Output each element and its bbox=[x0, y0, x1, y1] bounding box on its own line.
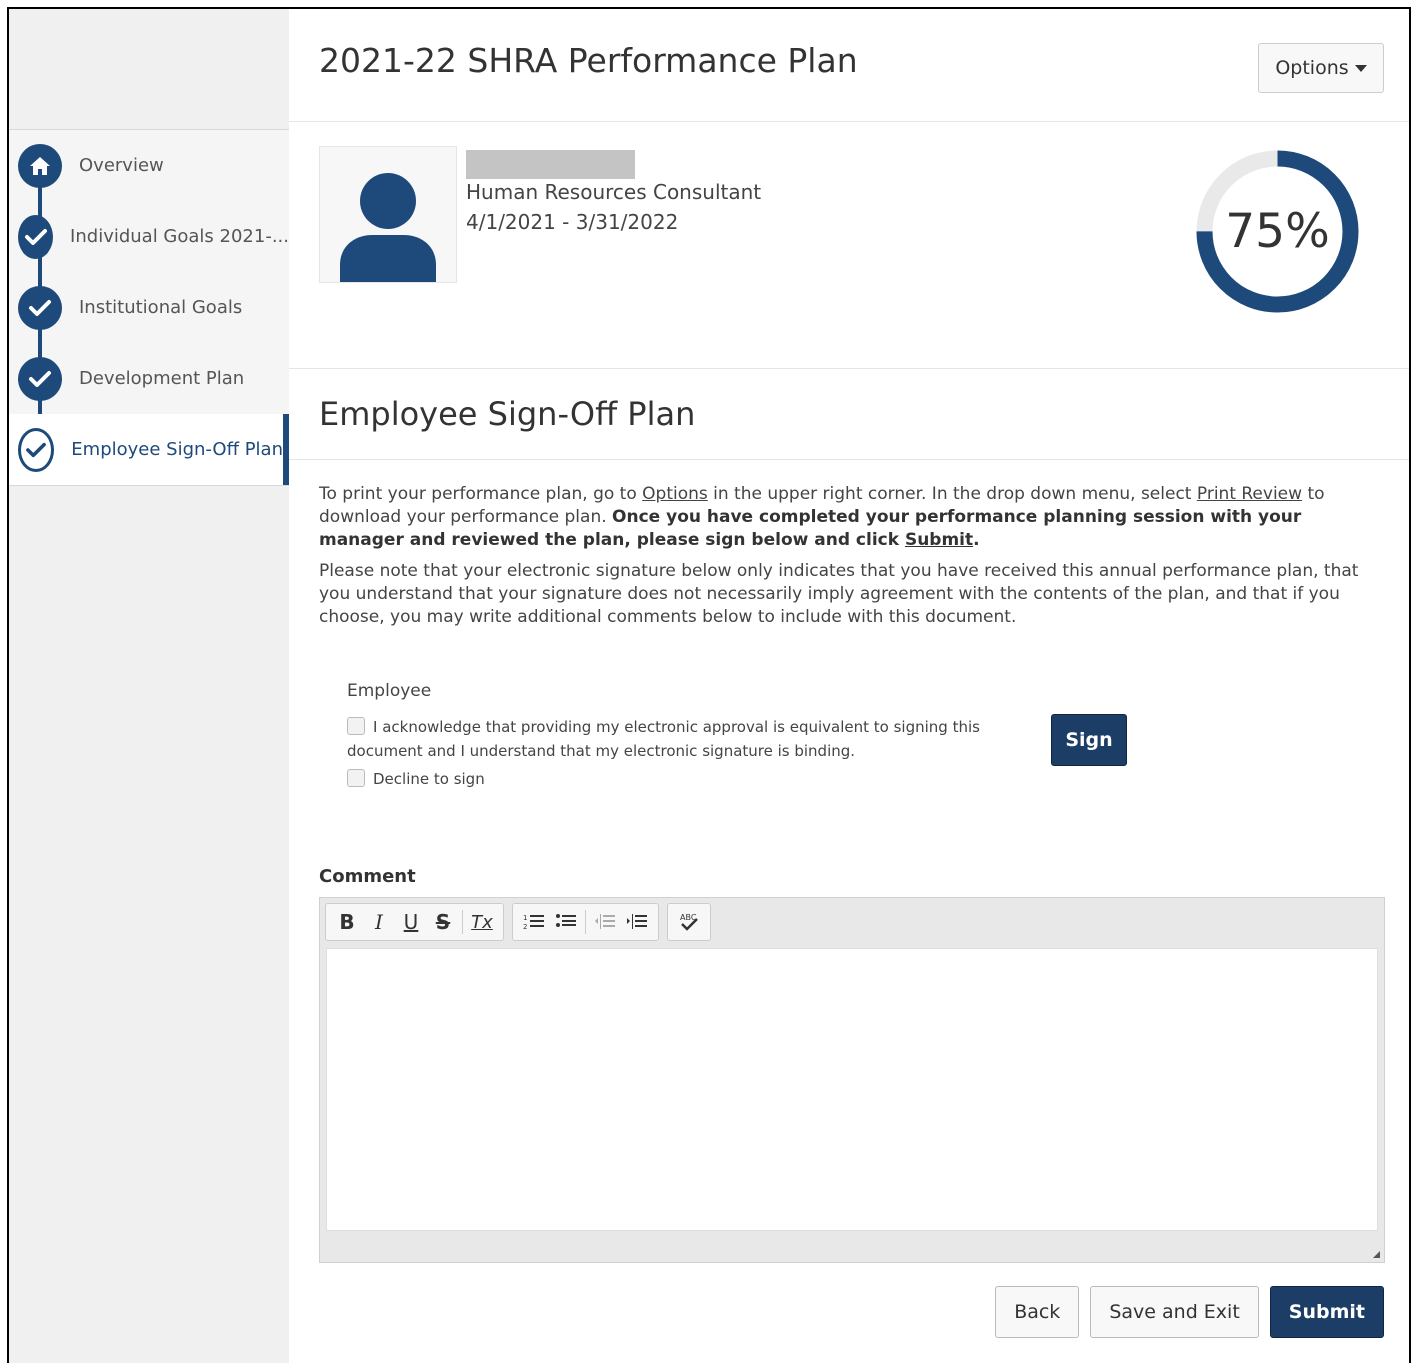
options-link[interactable]: Options bbox=[642, 484, 708, 504]
toolbar-group-list: 12 bbox=[512, 903, 659, 941]
sidebar-item-label: Overview bbox=[79, 155, 164, 176]
sign-button[interactable]: Sign bbox=[1051, 714, 1127, 766]
decline-row: Decline to sign bbox=[347, 767, 1007, 791]
back-button[interactable]: Back bbox=[995, 1286, 1080, 1338]
outdent-icon[interactable] bbox=[590, 907, 620, 937]
submit-button[interactable]: Submit bbox=[1269, 1286, 1384, 1338]
caret-down-icon bbox=[1354, 64, 1367, 72]
spellcheck-icon[interactable]: ABC bbox=[674, 907, 704, 937]
save-and-exit-button[interactable]: Save and Exit bbox=[1090, 1286, 1259, 1338]
instructions-text: . bbox=[973, 530, 980, 550]
progress-ring: 75% bbox=[1190, 144, 1365, 319]
toolbar-group-tools: ABC bbox=[667, 903, 711, 941]
checkmark-icon bbox=[18, 427, 55, 472]
italic-button[interactable]: I bbox=[364, 907, 394, 937]
instructions-text: in the upper right corner. In the drop d… bbox=[707, 484, 1197, 504]
progress-percent: 75% bbox=[1225, 204, 1330, 259]
toolbar-separator bbox=[585, 910, 586, 934]
numbered-list-icon[interactable]: 12 bbox=[519, 907, 549, 937]
resize-handle-icon[interactable] bbox=[1373, 1251, 1380, 1258]
svg-text:2: 2 bbox=[523, 923, 527, 931]
page-title: 2021-22 SHRA Performance Plan bbox=[319, 41, 858, 80]
decline-checkbox[interactable] bbox=[347, 769, 365, 787]
checkmark-icon bbox=[18, 285, 62, 330]
avatar bbox=[319, 146, 457, 283]
submit-reference: Submit bbox=[904, 530, 974, 550]
sidebar-item-individual-goals[interactable]: Individual Goals 2021-... bbox=[9, 201, 289, 272]
strikethrough-button[interactable]: S bbox=[428, 907, 458, 937]
comment-editor: B I U S Tx 12 ABC bbox=[319, 897, 1385, 1263]
print-review-link[interactable]: Print Review bbox=[1197, 484, 1302, 504]
editor-toolbar: B I U S Tx 12 ABC bbox=[325, 903, 711, 941]
review-period: 4/1/2021 - 3/31/2022 bbox=[466, 210, 679, 234]
user-silhouette-icon bbox=[340, 173, 436, 282]
sidebar-item-label: Development Plan bbox=[79, 368, 245, 389]
bulleted-list-icon[interactable] bbox=[551, 907, 581, 937]
employee-signoff-block: Employee I acknowledge that providing my… bbox=[347, 681, 1007, 791]
sidebar-item-development-plan[interactable]: Development Plan bbox=[9, 343, 289, 414]
instructions-paragraph-2: Please note that your electronic signatu… bbox=[319, 561, 1359, 627]
employee-label: Employee bbox=[347, 681, 432, 701]
footer-actions: Back Save and Exit Submit bbox=[995, 1286, 1384, 1338]
svg-text:1: 1 bbox=[523, 914, 527, 922]
remove-format-button[interactable]: Tx bbox=[467, 907, 497, 937]
underline-button[interactable]: U bbox=[396, 907, 426, 937]
instructions-text: To print your performance plan, go to bbox=[319, 484, 643, 504]
indent-icon[interactable] bbox=[622, 907, 652, 937]
job-title: Human Resources Consultant bbox=[466, 180, 762, 204]
sidebar-item-label: Institutional Goals bbox=[79, 297, 243, 318]
sidebar: Overview Individual Goals 2021-... Insti… bbox=[9, 9, 289, 1363]
page-header: 2021-22 SHRA Performance Plan Options bbox=[289, 9, 1409, 122]
bold-button[interactable]: B bbox=[332, 907, 362, 937]
home-icon bbox=[18, 143, 62, 188]
app-frame: Overview Individual Goals 2021-... Insti… bbox=[7, 7, 1411, 1363]
checkmark-icon bbox=[18, 214, 54, 259]
employee-name-redacted bbox=[466, 150, 635, 179]
acknowledge-text: I acknowledge that providing my electron… bbox=[347, 718, 980, 760]
checkmark-icon bbox=[18, 356, 62, 401]
options-label: Options bbox=[1275, 57, 1349, 79]
sidebar-item-institutional-goals[interactable]: Institutional Goals bbox=[9, 272, 289, 343]
employee-profile: Human Resources Consultant 4/1/2021 - 3/… bbox=[289, 122, 1409, 369]
comment-label: Comment bbox=[319, 866, 416, 887]
sidebar-item-employee-sign-off[interactable]: Employee Sign-Off Plan bbox=[9, 414, 289, 485]
sidebar-header bbox=[9, 9, 289, 130]
toolbar-group-format: B I U S Tx bbox=[325, 903, 504, 941]
sidebar-item-overview[interactable]: Overview bbox=[9, 130, 289, 201]
acknowledge-row: I acknowledge that providing my electron… bbox=[347, 715, 1007, 763]
comment-textarea[interactable] bbox=[326, 948, 1378, 1231]
acknowledge-checkbox[interactable] bbox=[347, 717, 365, 735]
decline-text: Decline to sign bbox=[373, 770, 485, 788]
sidebar-item-label: Individual Goals 2021-... bbox=[70, 226, 289, 247]
instructions: To print your performance plan, go to Op… bbox=[319, 483, 1389, 637]
step-navigation: Overview Individual Goals 2021-... Insti… bbox=[9, 130, 289, 485]
options-dropdown-button[interactable]: Options bbox=[1258, 43, 1384, 93]
section-header: Employee Sign-Off Plan bbox=[289, 369, 1409, 460]
section-title: Employee Sign-Off Plan bbox=[319, 395, 696, 433]
sidebar-empty-area bbox=[9, 485, 289, 486]
sidebar-item-label: Employee Sign-Off Plan bbox=[71, 439, 283, 460]
toolbar-separator bbox=[462, 910, 463, 934]
instructions-paragraph-1: To print your performance plan, go to Op… bbox=[319, 483, 1389, 552]
